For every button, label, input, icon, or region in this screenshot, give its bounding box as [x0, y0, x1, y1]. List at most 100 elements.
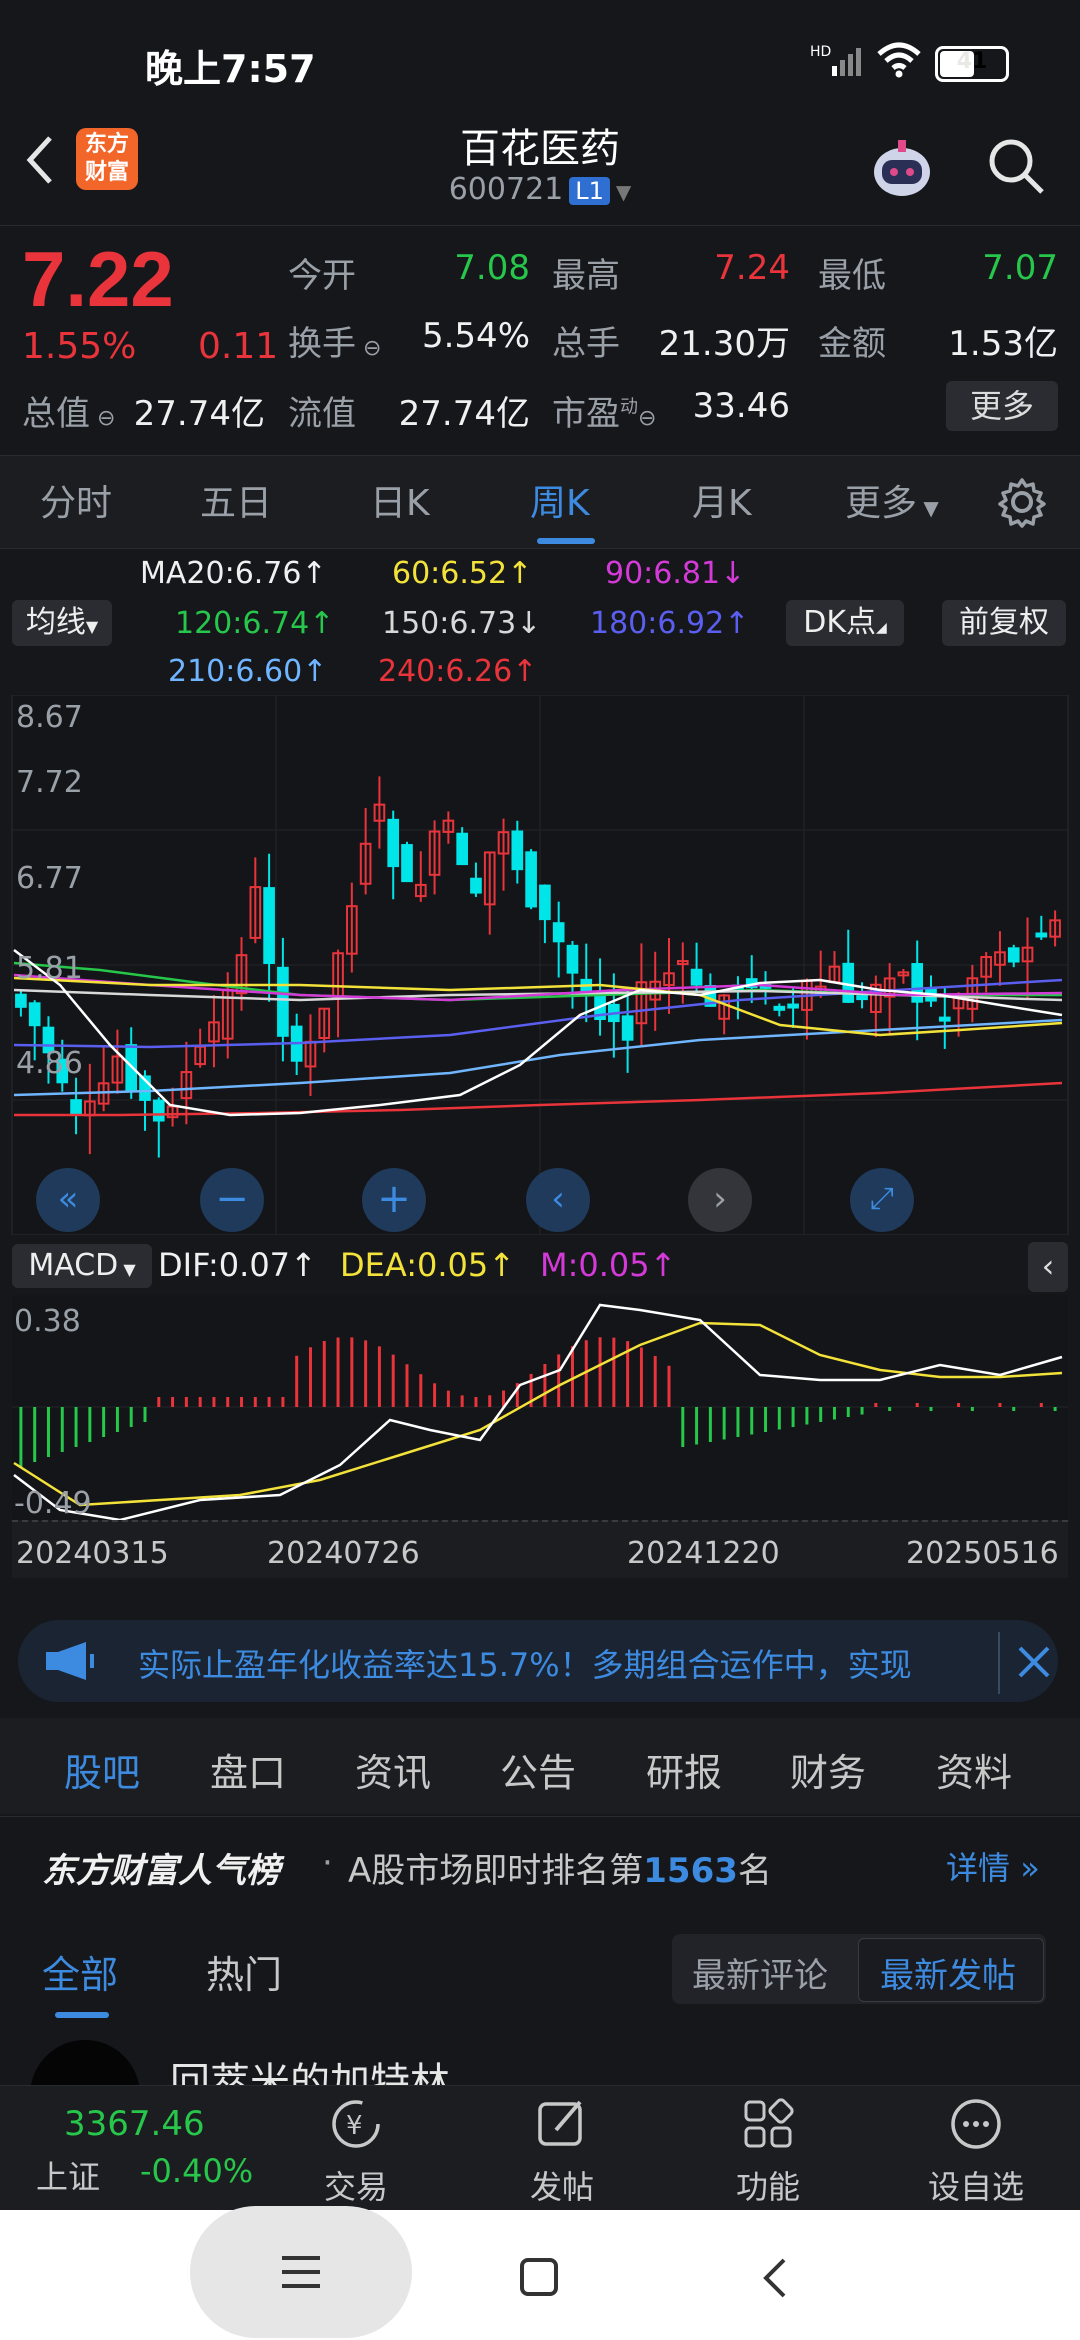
tab-intraday[interactable]: 分时 [40, 474, 112, 526]
tab-profile[interactable]: 资料 [936, 1742, 1012, 1797]
avatar [30, 2040, 140, 2088]
candle-body [1007, 947, 1020, 963]
rewind-icon[interactable]: « [36, 1168, 100, 1232]
home-button[interactable] [518, 2256, 562, 2304]
candle-body [938, 1016, 951, 1022]
filter-all[interactable]: 全部 [42, 1944, 118, 1999]
chevron-down-icon: ▼ [85, 617, 99, 636]
candle-body [15, 993, 27, 1008]
popularity-rank[interactable]: 东方财富人气榜 · A股市场即时排名第1563名 详情 » [0, 1816, 1080, 1909]
function-button[interactable]: 功能 [708, 2096, 828, 2208]
kline-chart-area[interactable]: MA20:6.76↑ 60:6.52↑ 90:6.81↓ 均线▼ 120:6.7… [0, 550, 1080, 1600]
candlestick-chart[interactable]: 8.67 7.72 6.77 5.81 4.86 [0, 695, 1080, 1235]
candle-body [401, 844, 413, 883]
tab-monthly-k[interactable]: 月K [692, 474, 752, 526]
ma-legend-3: 120:6.74↑ [175, 606, 335, 641]
close-icon[interactable] [998, 1632, 1056, 1694]
megaphone-icon [42, 1638, 102, 1688]
candle-body [70, 1099, 82, 1116]
ma-legend-2: 90:6.81↓ [605, 556, 746, 591]
scroll-right-icon[interactable]: › [688, 1168, 752, 1232]
candle-body [277, 966, 289, 1037]
candle-body [152, 1099, 165, 1122]
more-dots-icon [951, 2099, 1001, 2149]
add-watchlist-button[interactable]: 设自选 [916, 2096, 1036, 2208]
gear-icon[interactable] [996, 476, 1048, 532]
tab-finance[interactable]: 财务 [790, 1742, 866, 1797]
candle-body [773, 1005, 786, 1011]
info-icon: ⊖ [356, 336, 382, 361]
sort-latest-post[interactable]: 最新发帖 [880, 1948, 1016, 1997]
tab-announcement[interactable]: 公告 [500, 1742, 576, 1797]
adjust-button[interactable]: 前复权 [942, 600, 1066, 646]
ma-toggle[interactable]: 均线▼ [12, 600, 112, 646]
sort-toggle: 最新评论 最新发帖 [672, 1934, 1046, 2004]
trade-button[interactable]: ¥ 交易 [296, 2096, 416, 2208]
post-author: 回萃米的加特林 [170, 2060, 450, 2088]
date-tick-1: 20240726 [267, 1536, 420, 1571]
more-button[interactable]: 更多 [946, 381, 1058, 431]
tab-pankou[interactable]: 盘口 [210, 1742, 286, 1797]
candle-body [387, 818, 400, 868]
stock-header: 东方财富 百花医药 600721 L1 ▼ [0, 110, 1080, 220]
candle-body [787, 1003, 799, 1009]
signal-icon: HD [810, 42, 866, 82]
collapse-indicator-icon[interactable]: ‹ [1028, 1242, 1068, 1292]
label-pe[interactable]: 市盈动⊖ [552, 386, 656, 435]
edit-icon [538, 2100, 582, 2146]
ma-legend-6: 210:6.60↑ [168, 654, 328, 689]
tab-weekly-k[interactable]: 周K [530, 474, 590, 526]
fullscreen-icon[interactable]: ⤢ [850, 1168, 914, 1232]
tab-news[interactable]: 资讯 [355, 1742, 431, 1797]
sort-latest-comment[interactable]: 最新评论 [692, 1948, 828, 1997]
tab-more[interactable]: 更多 ▼ [845, 474, 939, 526]
menu-button[interactable] [190, 2206, 412, 2338]
tab-research[interactable]: 研报 [646, 1742, 722, 1797]
price-tick-0: 8.67 [16, 700, 83, 735]
post-preview[interactable]: 回萃米的加特林 [0, 2030, 1080, 2088]
candle-body [539, 884, 551, 921]
macd-toggle[interactable]: MACD ▼ [12, 1244, 152, 1288]
value-open: 7.08 [454, 248, 530, 288]
zoom-in-icon[interactable]: + [362, 1168, 426, 1232]
date-axis: 20240315 20240726 20241220 20250516 [12, 1520, 1068, 1578]
label-low: 最低 [818, 256, 886, 296]
label-amount: 金额 [818, 324, 886, 364]
search-icon[interactable] [984, 134, 1048, 202]
candle-body [456, 832, 468, 866]
svg-text:¥: ¥ [346, 2111, 363, 2141]
ma-legend-4: 150:6.73↓ [382, 606, 542, 641]
system-nav-bar [0, 2206, 1080, 2340]
home-square-icon [520, 2258, 558, 2296]
value-high: 7.24 [714, 248, 790, 288]
rank-dot: · [322, 1843, 333, 1883]
notice-text: 实际止盈年化收益率达15.7%！多期组合运作中，实现 [138, 1646, 912, 1684]
chevron-down-icon: ▼ [917, 496, 939, 520]
label-mktcap[interactable]: 总值 ⊖ [22, 386, 115, 435]
back-nav-button[interactable] [756, 2254, 796, 2306]
period-tabs: 分时 五日 日K 周K 月K 更多 ▼ [0, 455, 1080, 549]
ma-legend-0: MA20:6.76↑ [140, 556, 327, 591]
price-tick-1: 7.72 [16, 765, 83, 800]
label-open: 今开 [288, 256, 356, 296]
rank-detail-link[interactable]: 详情 » [946, 1843, 1040, 1889]
index-ticker[interactable]: 3367.46 上证 -0.40% [0, 2096, 300, 2206]
promo-notice[interactable]: 实际止盈年化收益率达15.7%！多期组合运作中，实现 [18, 1620, 1058, 1702]
change-pct: 1.55% [22, 326, 137, 367]
macd-chart[interactable]: 0.38 -0.49 [0, 1295, 1080, 1525]
tab-five-day[interactable]: 五日 [200, 474, 272, 526]
label-turnover[interactable]: 换手 ⊖ [288, 316, 381, 365]
dk-point-button[interactable]: DK点◢ [786, 600, 904, 646]
scroll-left-icon[interactable]: ‹ [526, 1168, 590, 1232]
index-change: -0.40% [140, 2152, 254, 2190]
filter-hot[interactable]: 热门 [206, 1944, 282, 1999]
index-name: 上证 [36, 2158, 101, 2196]
robot-assistant-icon[interactable] [866, 132, 938, 208]
filter-indicator [55, 2012, 109, 2018]
zoom-out-icon[interactable]: − [200, 1168, 264, 1232]
post-button[interactable]: 发帖 [502, 2096, 622, 2208]
value-amount: 1.53亿 [948, 324, 1058, 364]
ma-legend-5: 180:6.92↑ [590, 606, 750, 641]
tab-daily-k[interactable]: 日K [370, 474, 430, 526]
tab-guba[interactable]: 股吧 [64, 1742, 140, 1797]
